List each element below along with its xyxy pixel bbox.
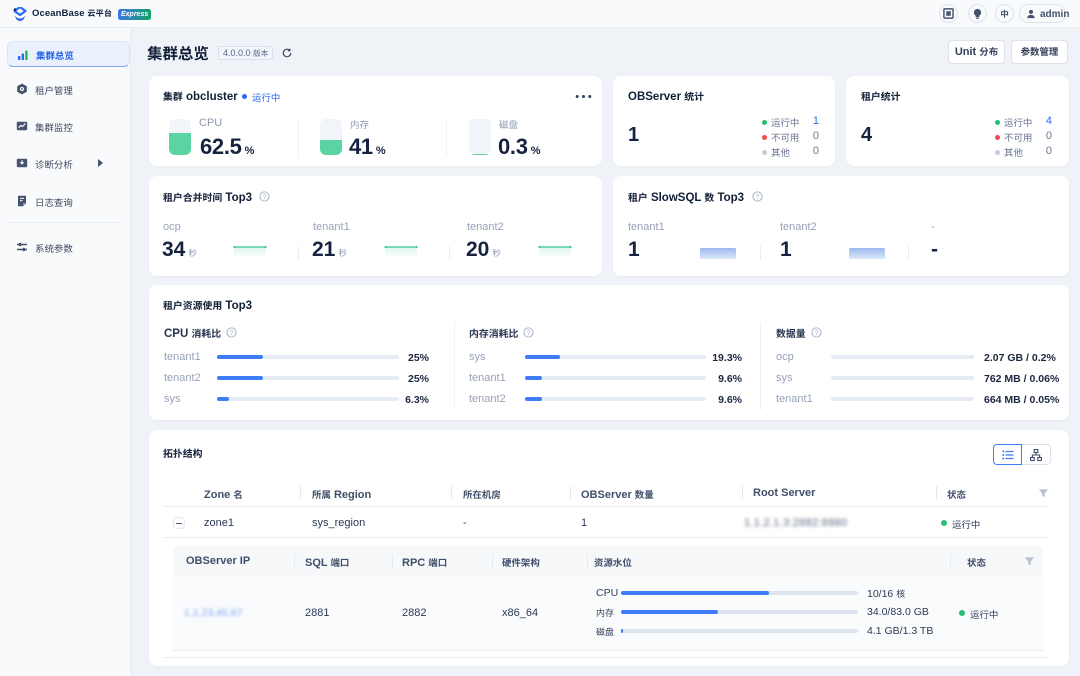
svg-text:?: ?: [756, 194, 760, 201]
svg-text:?: ?: [230, 330, 234, 337]
svg-text:?: ?: [527, 330, 531, 337]
svg-text:?: ?: [815, 330, 819, 337]
svg-text:?: ?: [263, 194, 267, 201]
